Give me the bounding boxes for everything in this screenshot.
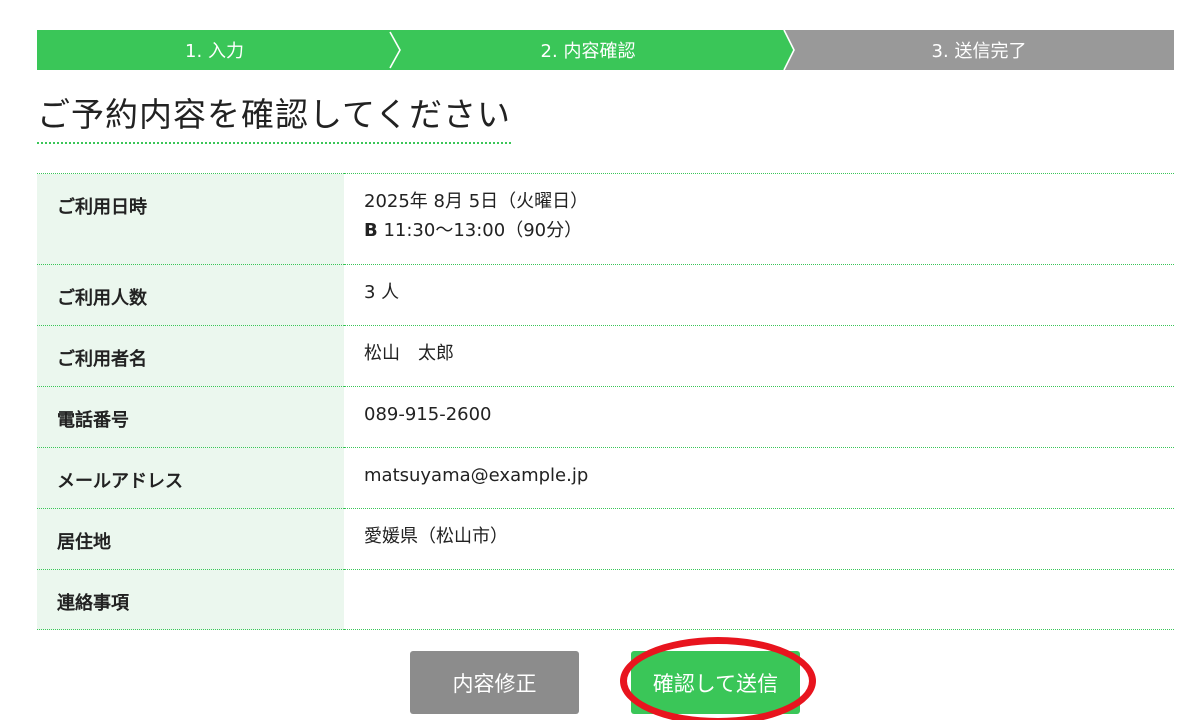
reservation-confirm-page: 1. 入力 2. 内容確認 3. 送信完了 ご予約内容を確認してください ご利用… <box>0 0 1200 720</box>
table-row: ご利用人数 3 人 <box>37 264 1174 326</box>
row-label-people: ご利用人数 <box>37 264 344 326</box>
slot-time: 11:30〜13:00（90分） <box>377 220 583 241</box>
reservation-date: 2025年 8月 5日（火曜日） <box>364 191 589 212</box>
slot-code: B <box>364 220 378 241</box>
step-progress-bar: 1. 入力 2. 内容確認 3. 送信完了 <box>37 30 1174 70</box>
reservation-slot: B 11:30〜13:00（90分） <box>364 220 1174 251</box>
action-buttons: 内容修正 確認して送信 <box>0 637 1200 720</box>
step-confirm-label: 2. 内容確認 <box>540 41 636 62</box>
row-label-notes: 連絡事項 <box>37 569 344 630</box>
step-confirm: 2. 内容確認 <box>392 30 784 70</box>
row-label-name: ご利用者名 <box>37 325 344 387</box>
submit-button[interactable]: 確認して送信 <box>631 651 800 714</box>
row-value-residence: 愛媛県（松山市） <box>364 526 508 547</box>
row-value-email: matsuyama@example.jp <box>364 465 589 486</box>
row-label-email: メールアドレス <box>37 447 344 509</box>
row-label-date: ご利用日時 <box>37 173 344 265</box>
row-label-phone: 電話番号 <box>37 386 344 448</box>
table-row: メールアドレス matsuyama@example.jp <box>37 447 1174 509</box>
edit-button[interactable]: 内容修正 <box>410 651 579 714</box>
step-chevron-icon <box>389 31 401 69</box>
step-complete-label: 3. 送信完了 <box>931 41 1027 62</box>
table-row: 居住地 愛媛県（松山市） <box>37 508 1174 570</box>
step-input-label: 1. 入力 <box>185 41 244 62</box>
row-value-date: 2025年 8月 5日（火曜日） B 11:30〜13:00（90分） <box>344 174 1174 265</box>
table-row: 電話番号 089-915-2600 <box>37 386 1174 448</box>
row-label-residence: 居住地 <box>37 508 344 570</box>
step-complete: 3. 送信完了 <box>784 30 1174 70</box>
table-row: 連絡事項 <box>37 569 1174 630</box>
row-value-name: 松山 太郎 <box>364 343 454 364</box>
step-chevron-icon <box>778 30 795 70</box>
table-row: ご利用日時 2025年 8月 5日（火曜日） B 11:30〜13:00（90分… <box>37 173 1174 265</box>
row-value-phone: 089-915-2600 <box>364 404 492 425</box>
row-value-notes <box>344 570 1174 630</box>
row-value-people: 3 人 <box>364 282 400 303</box>
confirmation-table: ご利用日時 2025年 8月 5日（火曜日） B 11:30〜13:00（90分… <box>37 173 1174 630</box>
step-input: 1. 入力 <box>37 30 392 70</box>
table-row: ご利用者名 松山 太郎 <box>37 325 1174 387</box>
page-title: ご予約内容を確認してください <box>37 88 512 144</box>
